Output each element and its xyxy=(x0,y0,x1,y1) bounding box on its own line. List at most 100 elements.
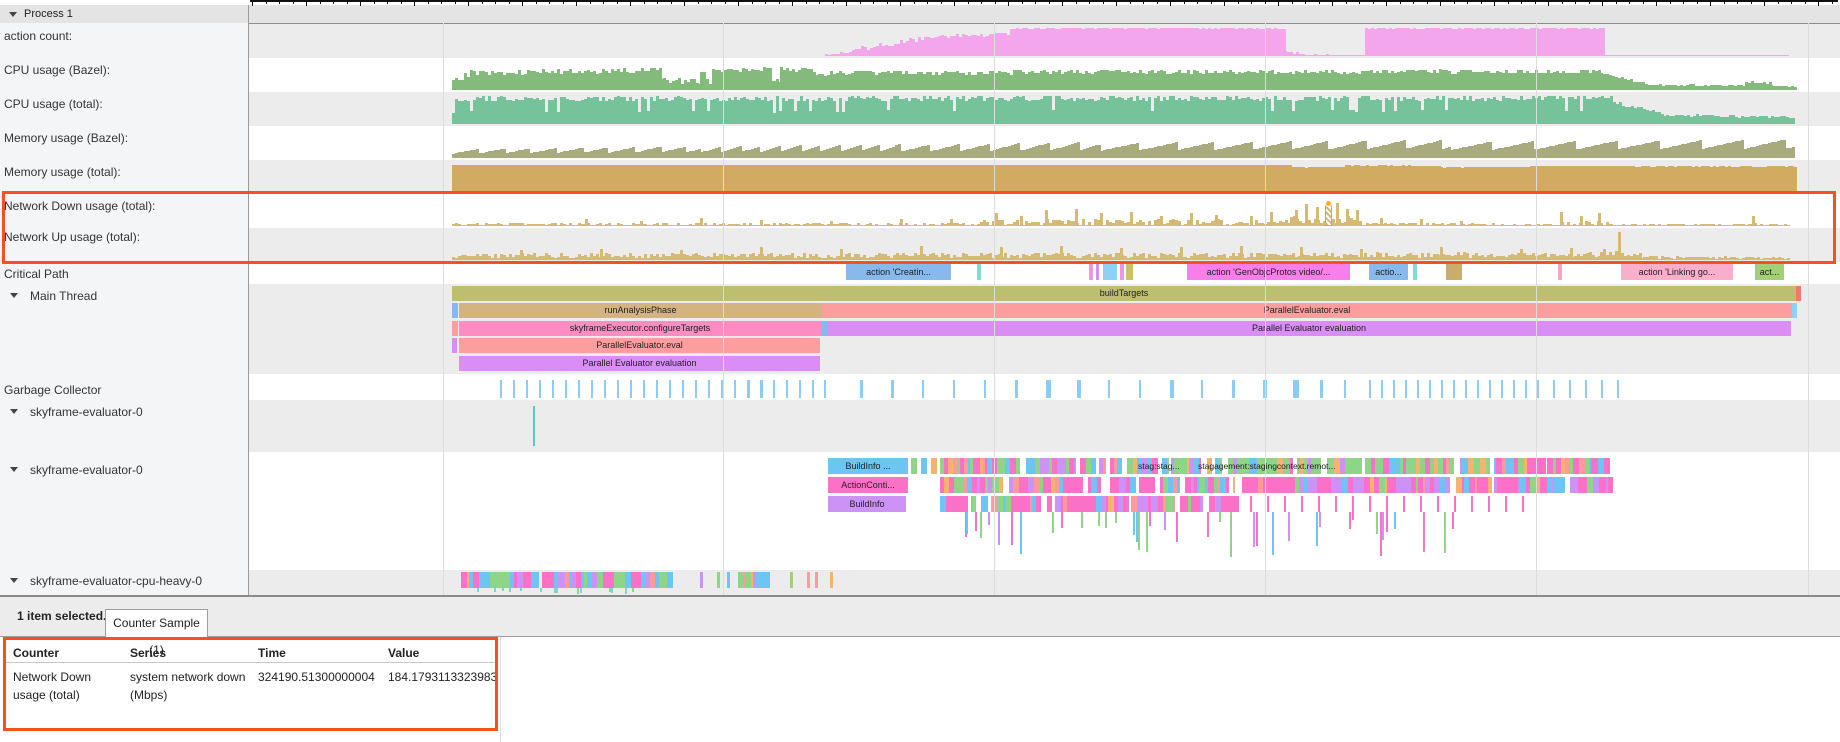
trace-sliver[interactable] xyxy=(1149,477,1155,493)
gc-event-tick[interactable] xyxy=(1441,380,1443,398)
trace-sliver[interactable] xyxy=(1445,477,1450,493)
gc-event-tick[interactable] xyxy=(1617,380,1619,398)
main-thread-span-sliver[interactable] xyxy=(452,303,458,318)
process-header[interactable]: Process 1 xyxy=(0,5,1840,24)
sidebar-item-main-thread[interactable]: Main Thread xyxy=(0,288,246,304)
gc-event-tick[interactable] xyxy=(669,380,671,398)
gc-event-tick[interactable] xyxy=(1046,380,1051,398)
critical-path-span-action-creatin[interactable]: action 'Creatin... xyxy=(846,264,951,280)
critical-path-span-sliver[interactable] xyxy=(1126,264,1133,280)
timeline-ruler[interactable] xyxy=(250,0,1838,2)
gc-event-tick[interactable] xyxy=(773,380,775,398)
sparse-event-tick[interactable] xyxy=(1505,496,1507,512)
trace-sliver[interactable] xyxy=(1394,458,1400,474)
trace-sliver[interactable] xyxy=(807,572,810,588)
gc-event-tick[interactable] xyxy=(682,380,684,398)
gc-event-tick[interactable] xyxy=(1201,380,1203,398)
gc-event-tick[interactable] xyxy=(630,380,632,398)
trace-sliver[interactable] xyxy=(536,572,539,588)
trace-sliver[interactable] xyxy=(965,496,968,512)
expand-arrow-icon[interactable] xyxy=(10,293,18,298)
trace-sliver[interactable] xyxy=(1016,458,1020,474)
trace-sliver[interactable] xyxy=(667,572,673,588)
gc-event-tick[interactable] xyxy=(1417,380,1419,398)
gc-event-tick[interactable] xyxy=(1553,380,1555,398)
trace-sliver[interactable] xyxy=(981,496,987,512)
gc-event-tick[interactable] xyxy=(539,380,541,398)
gc-event-tick[interactable] xyxy=(760,380,763,398)
critical-path-span-sliver[interactable] xyxy=(1558,264,1562,280)
gc-event-tick[interactable] xyxy=(1601,380,1603,398)
expand-arrow-icon[interactable] xyxy=(10,409,18,414)
gc-event-tick[interactable] xyxy=(1369,380,1371,398)
critical-path-span-sliver[interactable] xyxy=(1089,264,1093,280)
trace-sliver[interactable] xyxy=(790,572,793,588)
sparse-event-tick[interactable] xyxy=(1352,496,1354,512)
trace-sliver[interactable] xyxy=(1604,458,1610,474)
trace-sliver[interactable] xyxy=(1173,496,1176,512)
sidebar-item-memory-usage-bazel[interactable]: Memory usage (Bazel): xyxy=(0,130,246,146)
expand-arrow-icon[interactable] xyxy=(10,578,18,583)
sidebar-item-network-down-usage-total[interactable]: Network Down usage (total): xyxy=(0,198,246,214)
trace-sliver[interactable] xyxy=(1233,477,1235,493)
trace-sliver[interactable] xyxy=(765,572,770,588)
sidebar-item-action-count[interactable]: action count: xyxy=(0,28,246,44)
trace-sliver[interactable] xyxy=(1608,477,1613,493)
gc-event-tick[interactable] xyxy=(500,380,502,398)
gc-event-tick[interactable] xyxy=(552,380,554,398)
critical-path-span-sliver[interactable] xyxy=(1446,264,1462,280)
gc-event-tick[interactable] xyxy=(695,380,697,398)
main-thread-span-parallelevaluator-eval[interactable]: ParallelEvaluator.eval xyxy=(459,338,820,353)
gc-event-tick[interactable] xyxy=(526,380,528,398)
gc-event-tick[interactable] xyxy=(860,380,863,398)
main-thread-span-buildtargets[interactable]: buildTargets xyxy=(452,286,1796,301)
gc-event-tick[interactable] xyxy=(1501,380,1503,398)
critical-path-span-action-genobjcprotos-video[interactable]: action 'GenObjcProtos video/... xyxy=(1187,264,1350,280)
trace-sliver[interactable] xyxy=(1486,458,1490,474)
critical-path-span-sliver[interactable] xyxy=(1413,264,1417,280)
gc-event-tick[interactable] xyxy=(617,380,619,398)
gc-event-tick[interactable] xyxy=(1429,380,1431,398)
trace-sliver[interactable] xyxy=(1200,496,1203,512)
sidebar-item-cpu-usage-total[interactable]: CPU usage (total): xyxy=(0,96,246,112)
gc-event-tick[interactable] xyxy=(1381,380,1383,398)
trace-sliver[interactable] xyxy=(815,572,818,588)
gc-event-tick[interactable] xyxy=(1405,380,1407,398)
trace-sliver[interactable] xyxy=(1357,458,1363,474)
trace-sliver[interactable] xyxy=(1080,477,1083,493)
skyframe2-span-sliver[interactable] xyxy=(931,458,937,474)
skyframe1-event-tick[interactable] xyxy=(533,406,535,446)
gc-event-tick[interactable] xyxy=(643,380,645,398)
skyframe2-span-sliver[interactable] xyxy=(911,458,917,474)
gc-event-tick[interactable] xyxy=(1139,380,1141,398)
gc-event-tick[interactable] xyxy=(1077,380,1081,398)
trace-sliver[interactable] xyxy=(971,496,976,512)
gc-event-tick[interactable] xyxy=(953,380,955,398)
sparse-event-tick[interactable] xyxy=(1437,496,1439,512)
trace-sliver[interactable] xyxy=(1117,458,1122,474)
trace-sliver[interactable] xyxy=(1562,477,1565,493)
gc-event-tick[interactable] xyxy=(1015,380,1018,398)
sparse-event-tick[interactable] xyxy=(1335,496,1337,512)
trace-sliver[interactable] xyxy=(1103,458,1106,474)
sparse-event-tick[interactable] xyxy=(1267,496,1269,512)
gc-event-tick[interactable] xyxy=(591,380,593,398)
trace-sliver[interactable] xyxy=(1074,458,1076,474)
sparse-event-tick[interactable] xyxy=(1386,496,1388,512)
gc-event-tick[interactable] xyxy=(656,380,658,398)
gc-event-tick[interactable] xyxy=(747,380,750,398)
gc-event-tick[interactable] xyxy=(578,380,580,398)
gc-event-tick[interactable] xyxy=(1453,380,1455,398)
gc-event-tick[interactable] xyxy=(1232,380,1235,398)
critical-path-span-sliver[interactable] xyxy=(977,264,981,280)
gc-event-tick[interactable] xyxy=(922,380,924,398)
sparse-event-tick[interactable] xyxy=(1488,496,1490,512)
sidebar-item-memory-usage-total[interactable]: Memory usage (total): xyxy=(0,164,246,180)
sparse-event-tick[interactable] xyxy=(1522,496,1524,512)
gc-event-tick[interactable] xyxy=(812,380,814,398)
critical-path-span-actio[interactable]: actio... xyxy=(1369,264,1408,280)
trace-sliver[interactable] xyxy=(830,572,833,588)
sparse-event-tick[interactable] xyxy=(1318,496,1320,512)
gc-event-tick[interactable] xyxy=(734,380,736,398)
gc-event-tick[interactable] xyxy=(984,380,986,398)
